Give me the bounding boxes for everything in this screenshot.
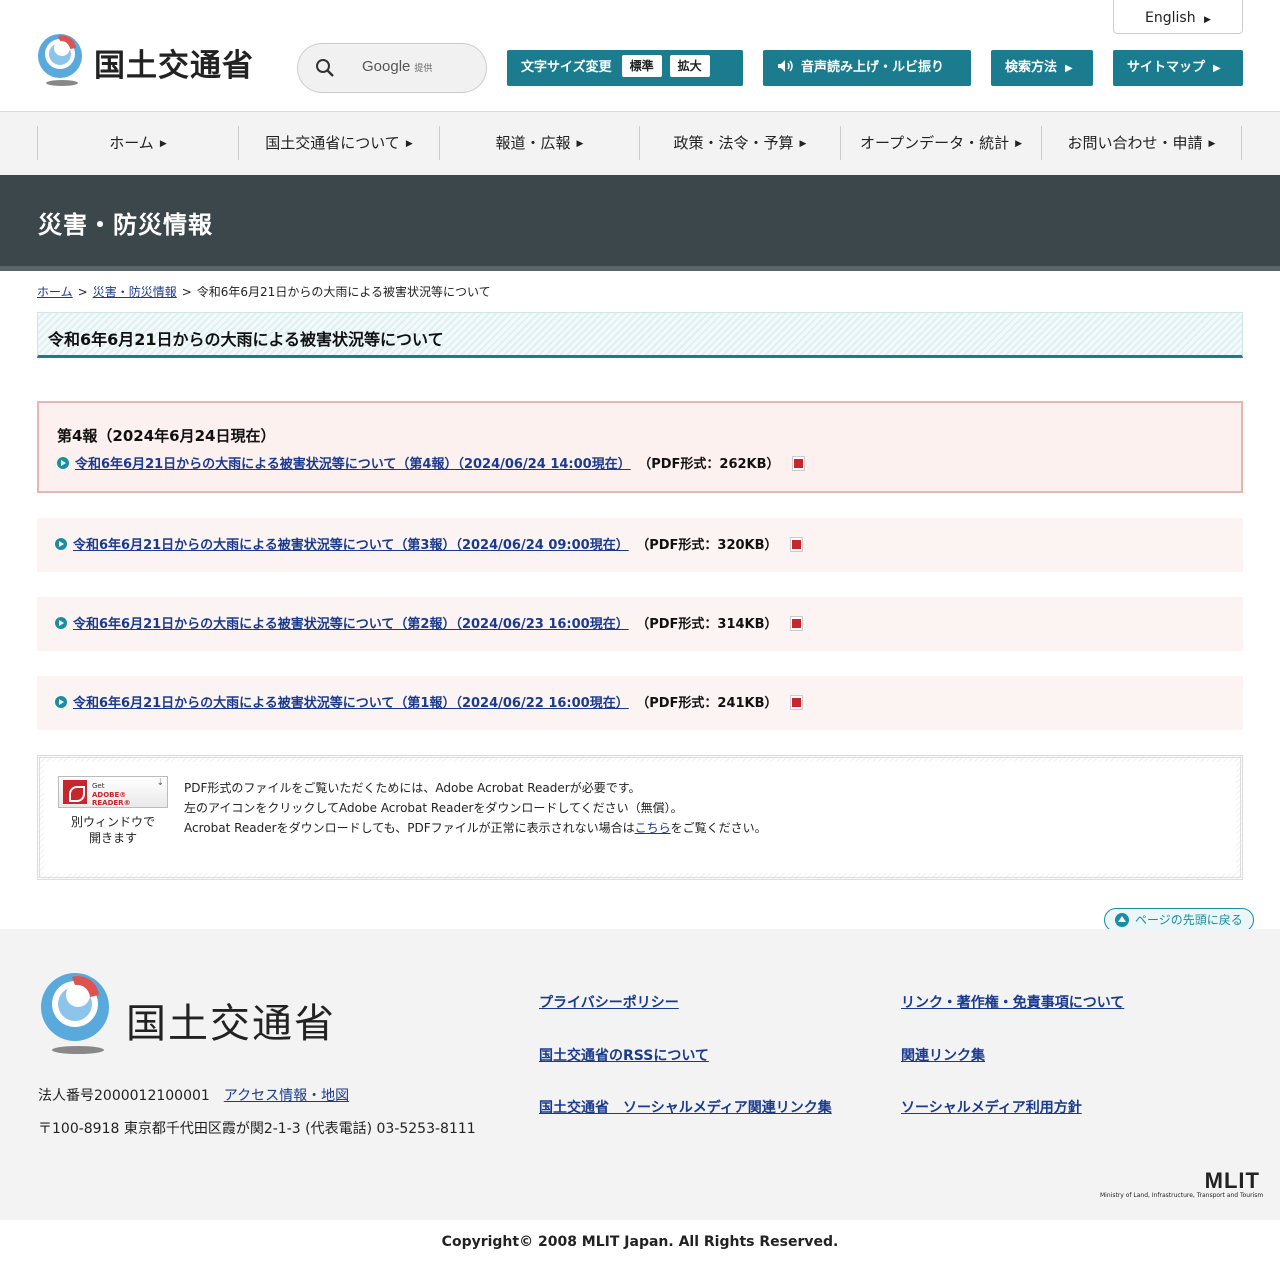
arrow-bullet-icon: [55, 538, 67, 550]
mlit-emblem-icon: [38, 34, 82, 86]
page-heading: 令和6年6月21日からの大雨による被害状況等について: [37, 312, 1243, 358]
report-item: 令和6年6月21日からの大雨による被害状況等について（第1報）（2024/06/…: [55, 692, 803, 711]
report-link-1[interactable]: 令和6年6月21日からの大雨による被害状況等について（第1報）（2024/06/…: [73, 696, 629, 711]
acrobat-description: PDF形式のファイルをご覧いただくためには、Adobe Acrobat Read…: [184, 781, 767, 835]
privacy-policy-link[interactable]: プライバシーポリシー: [539, 992, 679, 1012]
acrobat-notice: Get ADOBE® READER® ⇣ 別ウィンドウで 開きます PDF形式のフ…: [37, 755, 1243, 880]
social-media-policy-link[interactable]: ソーシャルメディア利用方針: [901, 1097, 1082, 1117]
corporate-number: 法人番号2000012100001 アクセス情報・地図: [38, 1088, 350, 1104]
nav-item-about[interactable]: 国土交通省について ▶: [238, 126, 439, 160]
pdf-icon: [789, 616, 803, 631]
breadcrumb-disaster[interactable]: 災害・防災情報: [93, 285, 177, 299]
pdf-icon: [789, 537, 803, 552]
mlit-wordmark: MLIT Ministry of Land, Infrastructure, T…: [1100, 1168, 1264, 1200]
font-size-label: 文字サイズ変更: [521, 60, 612, 75]
font-size-control: 文字サイズ変更 標準 拡大: [507, 50, 743, 86]
site-footer: 国土交通省 法人番号2000012100001 アクセス情報・地図 〒100-89…: [0, 929, 1280, 1220]
report-box: 令和6年6月21日からの大雨による被害状況等について（第1報）（2024/06/…: [37, 676, 1243, 730]
report-link-2[interactable]: 令和6年6月21日からの大雨による被害状況等について（第2報）（2024/06/…: [73, 617, 629, 632]
help-link[interactable]: こちら: [635, 821, 671, 835]
get-adobe-reader-button[interactable]: Get ADOBE® READER® ⇣: [58, 776, 168, 808]
section-title: 災害・防災情報: [38, 211, 213, 239]
speaker-icon: [778, 60, 793, 72]
page-title: 令和6年6月21日からの大雨による被害状況等について: [48, 330, 444, 349]
report-link-3[interactable]: 令和6年6月21日からの大雨による被害状況等について（第3報）（2024/06/…: [73, 538, 629, 553]
access-map-link[interactable]: アクセス情報・地図: [224, 1088, 349, 1104]
search-method-button[interactable]: 検索方法 ▶: [991, 50, 1093, 86]
latest-report-box: 第4報（2024年6月24日現在） 令和6年6月21日からの大雨による被害状況等…: [37, 401, 1243, 493]
address: 〒100-8918 東京都千代田区霞が関2-1-3 (代表電話) 03-5253…: [38, 1121, 476, 1137]
global-nav: ホーム ▶ 国土交通省について ▶ 報道・広報 ▶ 政策・法令・予算 ▶ オープンデータ…: [0, 112, 1280, 175]
nav-item-press[interactable]: 報道・広報 ▶: [439, 126, 639, 160]
site-header: 国土交通省 Google 提供 English ▶ 文字サイズ変更 標準 拡大 音声読…: [0, 0, 1280, 112]
breadcrumb-current: 令和6年6月21日からの大雨による被害状況等について: [196, 285, 491, 299]
mlit-emblem-icon: [41, 973, 109, 1054]
social-media-links-link[interactable]: 国土交通省 ソーシャルメディア関連リンク集: [539, 1097, 832, 1117]
pdf-icon: [791, 456, 805, 471]
google-search-box[interactable]: Google 提供: [297, 43, 487, 93]
mlit-logo[interactable]: 国土交通省: [36, 32, 266, 88]
font-large-button[interactable]: 拡大: [669, 55, 710, 77]
logo-text: 国土交通省: [94, 48, 254, 84]
footer-logo-text: 国土交通省: [126, 1001, 336, 1047]
arrow-bullet-icon: [55, 696, 67, 708]
section-title-band: 災害・防災情報: [0, 175, 1280, 271]
nav-item-open-data[interactable]: オープンデータ・統計 ▶: [840, 126, 1041, 160]
new-window-caption: 別ウィンドウで 開きます: [70, 815, 155, 845]
report-item: 令和6年6月21日からの大雨による被害状況等について（第2報）（2024/06/…: [55, 613, 803, 632]
breadcrumb: ホーム > 災害・防災情報 > 令和6年6月21日からの大雨による被害状況等について: [37, 285, 491, 299]
report-link-4[interactable]: 令和6年6月21日からの大雨による被害状況等について（第4報）（2024/06/…: [75, 457, 631, 472]
related-links-link[interactable]: 関連リンク集: [901, 1045, 985, 1065]
sitemap-button[interactable]: サイトマップ ▶: [1113, 50, 1243, 86]
copyright-disclaimer-link[interactable]: リンク・著作権・免責事項について: [901, 992, 1124, 1012]
search-icon: [316, 59, 334, 77]
google-label: Google 提供: [362, 58, 433, 75]
report-item: 令和6年6月21日からの大雨による被害状況等について（第4報）（2024/06/…: [57, 453, 805, 472]
adobe-pdf-icon: [63, 780, 87, 804]
report-box: 令和6年6月21日からの大雨による被害状況等について（第3報）（2024/06/…: [37, 518, 1243, 572]
download-icon: ⇣: [156, 778, 164, 788]
latest-report-heading: 第4報（2024年6月24日現在）: [57, 427, 276, 445]
footer-logo[interactable]: 国土交通省: [38, 971, 334, 1056]
arrow-bullet-icon: [55, 617, 67, 629]
font-standard-button[interactable]: 標準: [621, 55, 662, 77]
nav-item-policy[interactable]: 政策・法令・予算 ▶: [639, 126, 840, 160]
rss-link[interactable]: 国土交通省のRSSについて: [539, 1045, 709, 1065]
read-aloud-button[interactable]: 音声読み上げ・ルビ振り: [763, 50, 971, 86]
nav-item-home[interactable]: ホーム ▶: [37, 126, 238, 160]
copyright: Copyright© 2008 MLIT Japan. All Rights R…: [0, 1220, 1280, 1271]
nav-item-contact[interactable]: お問い合わせ・申請 ▶: [1041, 126, 1242, 160]
arrow-bullet-icon: [57, 457, 69, 469]
report-item: 令和6年6月21日からの大雨による被害状況等について（第3報）（2024/06/…: [55, 534, 803, 553]
english-button[interactable]: English ▶: [1113, 0, 1243, 34]
breadcrumb-home[interactable]: ホーム: [37, 285, 73, 299]
report-box: 令和6年6月21日からの大雨による被害状況等について（第2報）（2024/06/…: [37, 597, 1243, 651]
pdf-icon: [789, 695, 803, 710]
